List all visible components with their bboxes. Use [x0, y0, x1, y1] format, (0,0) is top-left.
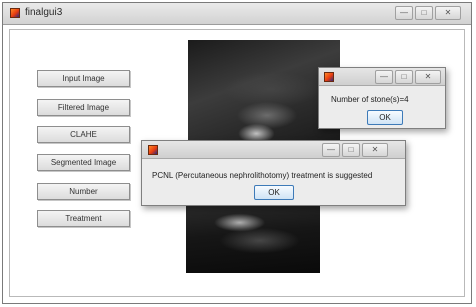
close-button[interactable]: ✕: [362, 143, 388, 157]
input-image-button[interactable]: Input Image: [37, 70, 130, 87]
minimize-button[interactable]: —: [322, 143, 340, 157]
ok-button[interactable]: OK: [254, 185, 294, 200]
window-titlebar[interactable]: finalgui3 — □ ✕: [3, 3, 471, 25]
treatment-dialog-titlebar[interactable]: — □ ✕: [142, 141, 405, 159]
segmented-image-button[interactable]: Segmented Image: [37, 154, 130, 171]
treatment-dialog-controls: — □ ✕: [322, 143, 388, 157]
filtered-image-button[interactable]: Filtered Image: [37, 99, 130, 116]
stones-dialog-titlebar[interactable]: — □ ✕: [319, 68, 445, 86]
number-button[interactable]: Number: [37, 183, 130, 200]
stones-dialog-body: Number of stone(s)=4 OK: [319, 86, 445, 128]
ultrasound-image-bottom: [186, 201, 320, 273]
close-button[interactable]: ✕: [415, 70, 441, 84]
matlab-icon: [324, 72, 334, 82]
maximize-button[interactable]: □: [395, 70, 413, 84]
minimize-button[interactable]: —: [395, 6, 413, 20]
minimize-button[interactable]: —: [375, 70, 393, 84]
treatment-dialog-body: PCNL (Percutaneous nephrolithotomy) trea…: [142, 159, 405, 205]
stones-dialog: — □ ✕ Number of stone(s)=4 OK: [318, 67, 446, 129]
clahe-button[interactable]: CLAHE: [37, 126, 130, 143]
treatment-button[interactable]: Treatment: [37, 210, 130, 227]
close-button[interactable]: ✕: [435, 6, 461, 20]
matlab-icon: [148, 145, 158, 155]
window-title: finalgui3: [25, 7, 63, 18]
matlab-icon: [10, 8, 20, 18]
maximize-button[interactable]: □: [415, 6, 433, 20]
treatment-message: PCNL (Percutaneous nephrolithotomy) trea…: [152, 171, 373, 180]
stones-dialog-controls: — □ ✕: [375, 70, 441, 84]
ok-button[interactable]: OK: [367, 110, 403, 125]
maximize-button[interactable]: □: [342, 143, 360, 157]
treatment-dialog: — □ ✕ PCNL (Percutaneous nephrolithotomy…: [141, 140, 406, 206]
stones-message: Number of stone(s)=4: [331, 95, 409, 104]
window-controls: — □ ✕: [395, 6, 461, 20]
